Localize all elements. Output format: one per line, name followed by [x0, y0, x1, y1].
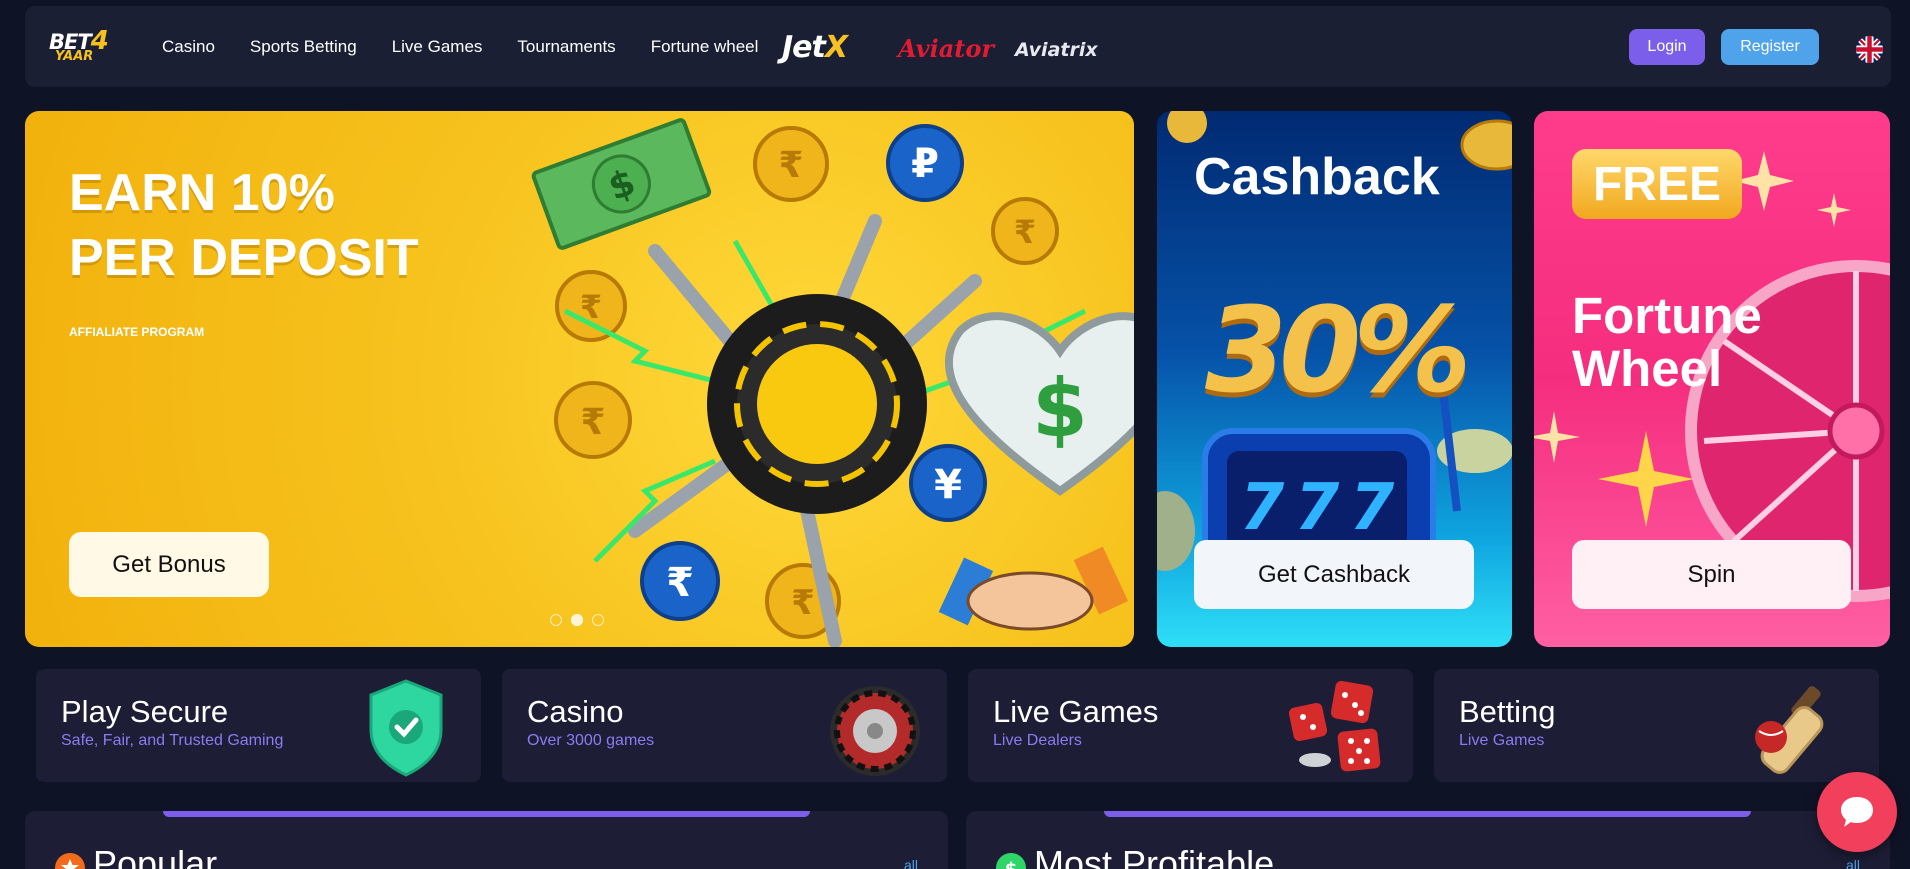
svg-text:₹: ₹ — [580, 402, 605, 443]
svg-text:7: 7 — [1350, 471, 1395, 545]
nav-aviatrix-logo[interactable]: Aviatrix — [1015, 39, 1098, 61]
nav-fortune-wheel[interactable]: Fortune wheel — [651, 37, 759, 57]
section-tab-indicator — [163, 811, 810, 817]
nav-sports-betting[interactable]: Sports Betting — [250, 37, 357, 57]
svg-text:¥: ¥ — [934, 462, 962, 508]
svg-text:₹: ₹ — [791, 583, 815, 623]
section-tab-indicator — [1104, 811, 1751, 817]
most-profitable-all-link[interactable]: all — [1846, 857, 1860, 869]
dice-icon — [1288, 680, 1381, 772]
svg-text:₹: ₹ — [666, 560, 694, 606]
register-button[interactable]: Register — [1721, 29, 1819, 65]
cricket-bat-icon — [1755, 686, 1824, 774]
feature-title: Play Secure — [61, 694, 229, 729]
svg-text:₹: ₹ — [1014, 213, 1036, 251]
feature-subtitle: Live Dealers — [993, 732, 1082, 749]
popular-title: Popular — [93, 843, 218, 869]
nav-aviator-logo[interactable]: Aviator — [898, 34, 994, 63]
carousel-dot-3[interactable] — [592, 614, 604, 626]
popular-section: Popular all — [25, 811, 948, 869]
chat-button[interactable] — [1817, 772, 1897, 852]
nav-live-games[interactable]: Live Games — [392, 37, 483, 57]
svg-text:₹: ₹ — [778, 145, 803, 186]
svg-text:₽: ₽ — [911, 141, 939, 187]
nav-jetx-logo[interactable]: JetX — [782, 30, 848, 65]
get-cashback-button[interactable]: Get Cashback — [1194, 540, 1474, 609]
carousel-dot-1[interactable] — [550, 614, 562, 626]
site-logo[interactable]: BET4 YAAR — [49, 28, 129, 68]
feature-title: Betting — [1459, 694, 1556, 729]
get-bonus-button[interactable]: Get Bonus — [69, 532, 269, 597]
feature-subtitle: Live Games — [1459, 732, 1545, 749]
logo-text-yaar: YAAR — [55, 49, 94, 64]
carousel-dots — [550, 614, 604, 626]
spin-button[interactable]: Spin — [1572, 540, 1851, 609]
fortune-wheel-title: Fortune Wheel — [1572, 287, 1762, 397]
svg-text:$: $ — [1005, 859, 1018, 869]
svg-text:7: 7 — [1295, 471, 1340, 545]
login-button[interactable]: Login — [1629, 29, 1705, 65]
feature-title: Live Games — [993, 694, 1159, 729]
affiliate-illustration: $ ₹ ₽ ₹ ₹ ₹ ¥ ₹ ₹ $ — [531, 118, 1134, 647]
jetx-x-text: X — [824, 30, 848, 65]
nav-tournaments[interactable]: Tournaments — [517, 37, 615, 57]
feature-casino[interactable]: Casino Over 3000 games — [502, 669, 947, 782]
chat-bubble-icon — [1841, 797, 1873, 827]
cashback-banner[interactable]: 777 Cashback 30% Get Cashback — [1157, 111, 1512, 647]
uk-flag-icon[interactable] — [1856, 36, 1883, 63]
feature-title: Casino — [527, 694, 624, 729]
most-profitable-title: Most Profitable — [1034, 843, 1275, 869]
affiliate-subtitle: AFFIALIATE PROGRAM — [69, 325, 205, 339]
roulette-icon — [830, 686, 920, 776]
feature-live-games[interactable]: Live Games Live Dealers — [968, 669, 1413, 782]
cashback-percent: 30% — [1205, 281, 1471, 419]
dollar-icon: $ — [996, 853, 1026, 869]
feature-subtitle: Over 3000 games — [527, 732, 655, 749]
feature-subtitle: Safe, Fair, and Trusted Gaming — [61, 732, 284, 749]
carousel-dot-2[interactable] — [571, 614, 583, 626]
cashback-title: Cashback — [1194, 148, 1440, 206]
fortune-wheel-banner[interactable]: FREE Fortune Wheel Spin — [1534, 111, 1890, 647]
affiliate-banner[interactable]: $ ₹ ₽ ₹ ₹ ₹ ¥ ₹ ₹ $ EARN 10% PER DEPOSIT… — [25, 111, 1134, 647]
most-profitable-section: $ Most Profitable all — [966, 811, 1890, 869]
nav-casino[interactable]: Casino — [162, 37, 215, 57]
feature-betting[interactable]: Betting Live Games — [1434, 669, 1879, 782]
free-badge: FREE — [1572, 149, 1742, 219]
affiliate-title: EARN 10% PER DEPOSIT — [69, 164, 419, 287]
svg-text:$: $ — [1032, 362, 1088, 455]
popular-all-link[interactable]: all — [904, 857, 918, 869]
star-icon — [55, 853, 85, 869]
jetx-text: Jet — [782, 30, 826, 65]
svg-text:7: 7 — [1240, 471, 1285, 545]
feature-play-secure[interactable]: Play Secure Safe, Fair, and Trusted Gami… — [36, 669, 481, 782]
main-nav: Casino Sports Betting Live Games Tournam… — [162, 6, 793, 87]
top-header: BET4 YAAR Casino Sports Betting Live Gam… — [25, 6, 1891, 87]
shield-check-icon — [369, 679, 443, 777]
